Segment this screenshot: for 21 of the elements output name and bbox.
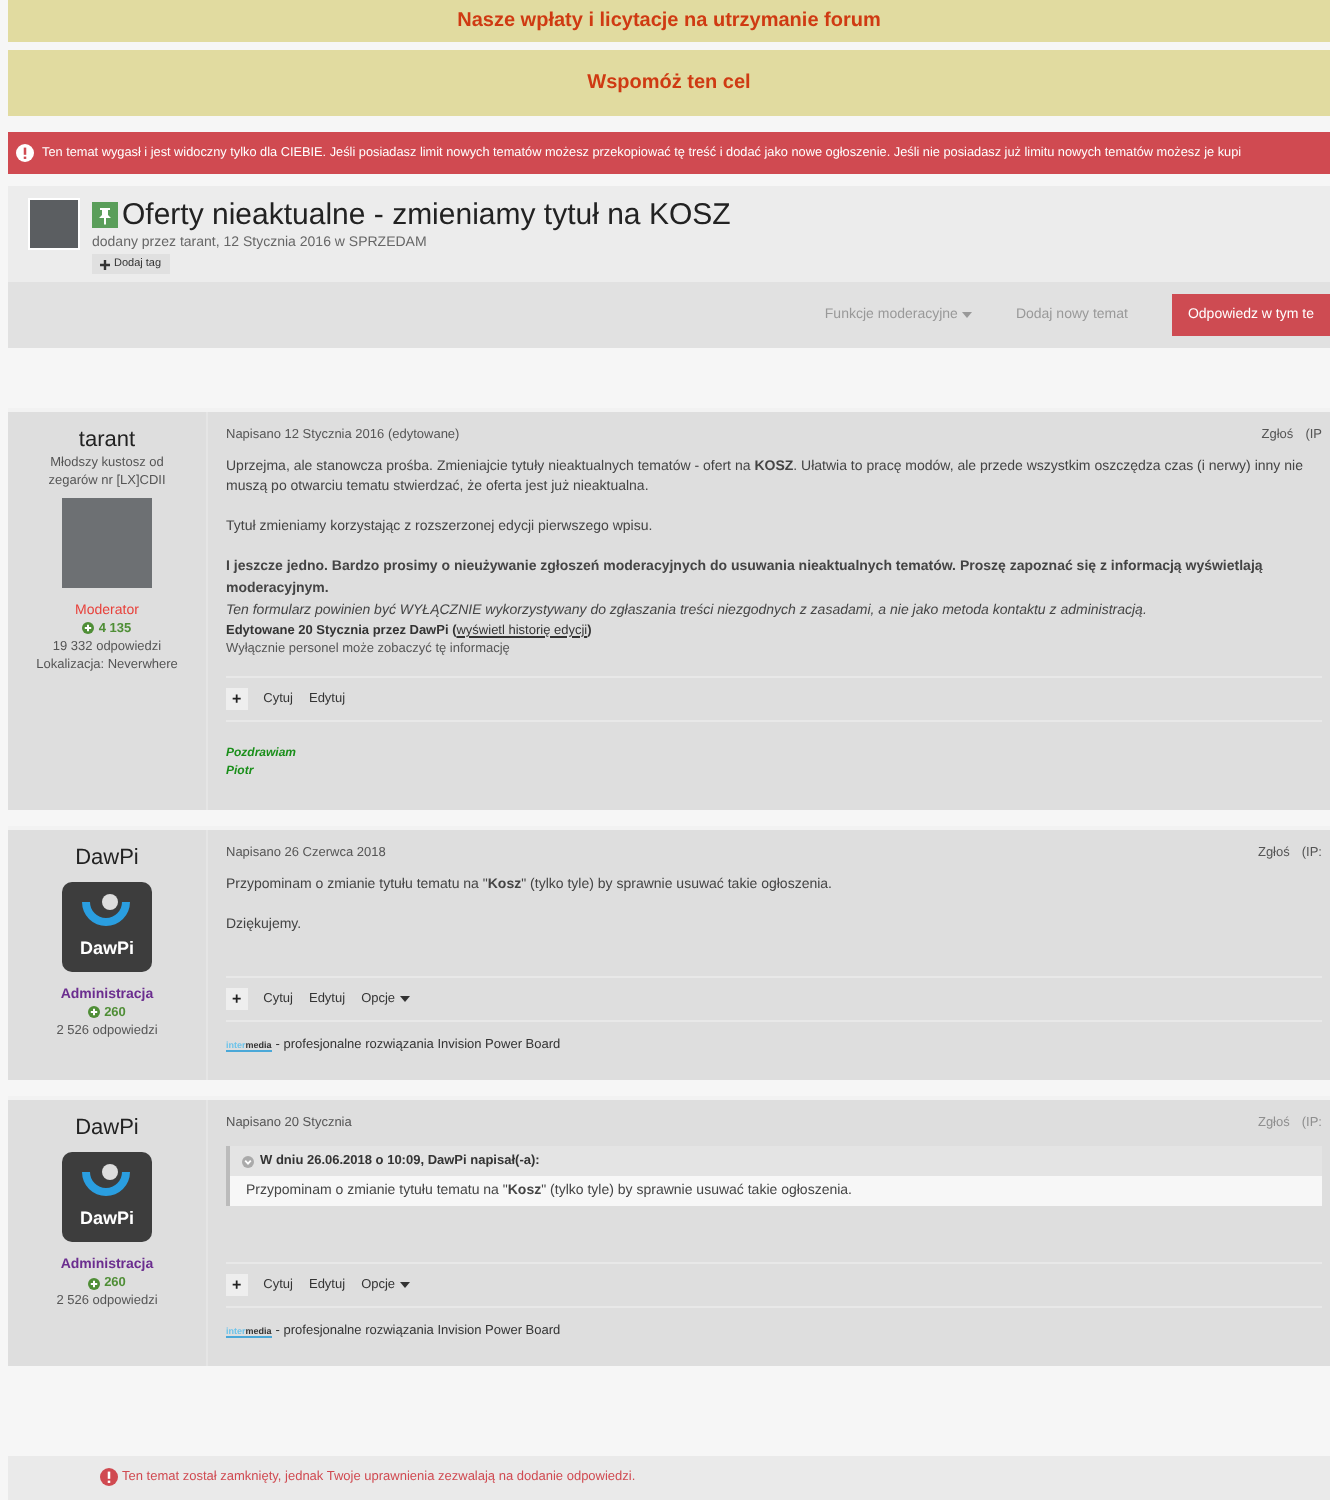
plus-circle-icon bbox=[82, 622, 95, 635]
avatar-logo: DawPi bbox=[62, 881, 152, 972]
plus-circle-icon bbox=[88, 1006, 101, 1019]
author-name[interactable]: DawPi bbox=[75, 1116, 139, 1141]
reaction-button[interactable]: + bbox=[226, 1274, 248, 1297]
caret-icon bbox=[399, 995, 410, 1004]
alert-icon bbox=[100, 1468, 118, 1486]
photo-placeholder bbox=[28, 198, 80, 250]
caret-icon bbox=[961, 311, 972, 319]
reaction-button[interactable]: + bbox=[226, 687, 248, 710]
author-name[interactable]: DawPi bbox=[75, 845, 139, 870]
plus-circle-icon bbox=[88, 1277, 101, 1290]
plus-icon bbox=[100, 259, 110, 269]
photo-placeholder bbox=[62, 497, 152, 588]
collapse-icon[interactable] bbox=[242, 1155, 254, 1168]
avatar-logo: DawPi bbox=[62, 1152, 152, 1243]
caret-icon bbox=[399, 1281, 410, 1290]
author-name[interactable]: tarant bbox=[78, 428, 136, 452]
topic-title: Oferty nieaktualne - zmieniamy tytuł na KOSZ bbox=[122, 198, 731, 232]
alert-icon bbox=[16, 144, 34, 162]
reaction-button[interactable]: + bbox=[226, 988, 248, 1011]
